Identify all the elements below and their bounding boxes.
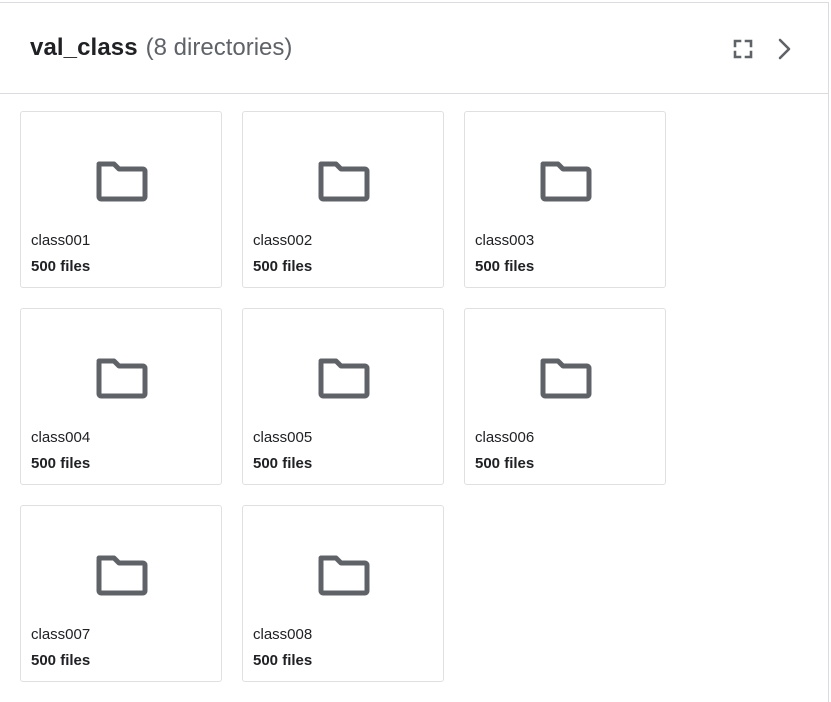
- folder-icon: [318, 358, 370, 399]
- directory-card[interactable]: class007 500 files: [20, 505, 222, 682]
- file-count: 500 files: [253, 258, 313, 275]
- directory-count: (8 directories): [145, 34, 293, 61]
- directory-card[interactable]: class003 500 files: [464, 111, 666, 288]
- directory-name: class001: [31, 232, 91, 249]
- directory-name: class002: [253, 232, 313, 249]
- file-count: 500 files: [31, 455, 91, 472]
- folder-icon: [96, 555, 148, 596]
- file-count: 500 files: [31, 652, 91, 669]
- directory-name: class005: [253, 429, 313, 446]
- next-button[interactable]: [772, 37, 796, 61]
- directory-name: class004: [31, 429, 91, 446]
- directory-card[interactable]: class001 500 files: [20, 111, 222, 288]
- folder-icon: [318, 555, 370, 596]
- chevron-right-icon: [778, 38, 791, 60]
- file-count: 500 files: [253, 455, 313, 472]
- folder-icon: [318, 161, 370, 202]
- directory-card[interactable]: class002 500 files: [242, 111, 444, 288]
- file-count: 500 files: [475, 258, 535, 275]
- folder-icon: [96, 161, 148, 202]
- directory-name: class006: [475, 429, 535, 446]
- file-count: 500 files: [253, 652, 313, 669]
- file-count: 500 files: [31, 258, 91, 275]
- fullscreen-button[interactable]: [731, 37, 755, 61]
- panel-title: val_class: [30, 34, 138, 61]
- folder-icon: [540, 358, 592, 399]
- directory-card[interactable]: class004 500 files: [20, 308, 222, 485]
- panel-title-group: val_class (8 directories): [30, 34, 292, 62]
- directory-card[interactable]: class006 500 files: [464, 308, 666, 485]
- panel-header: val_class (8 directories): [0, 3, 828, 94]
- folder-icon: [96, 358, 148, 399]
- folder-icon: [540, 161, 592, 202]
- directory-card[interactable]: class008 500 files: [242, 505, 444, 682]
- file-count: 500 files: [475, 455, 535, 472]
- directory-name: class007: [31, 626, 91, 643]
- directory-name: class003: [475, 232, 535, 249]
- directory-name: class008: [253, 626, 313, 643]
- fullscreen-icon: [733, 39, 753, 59]
- directory-card[interactable]: class005 500 files: [242, 308, 444, 485]
